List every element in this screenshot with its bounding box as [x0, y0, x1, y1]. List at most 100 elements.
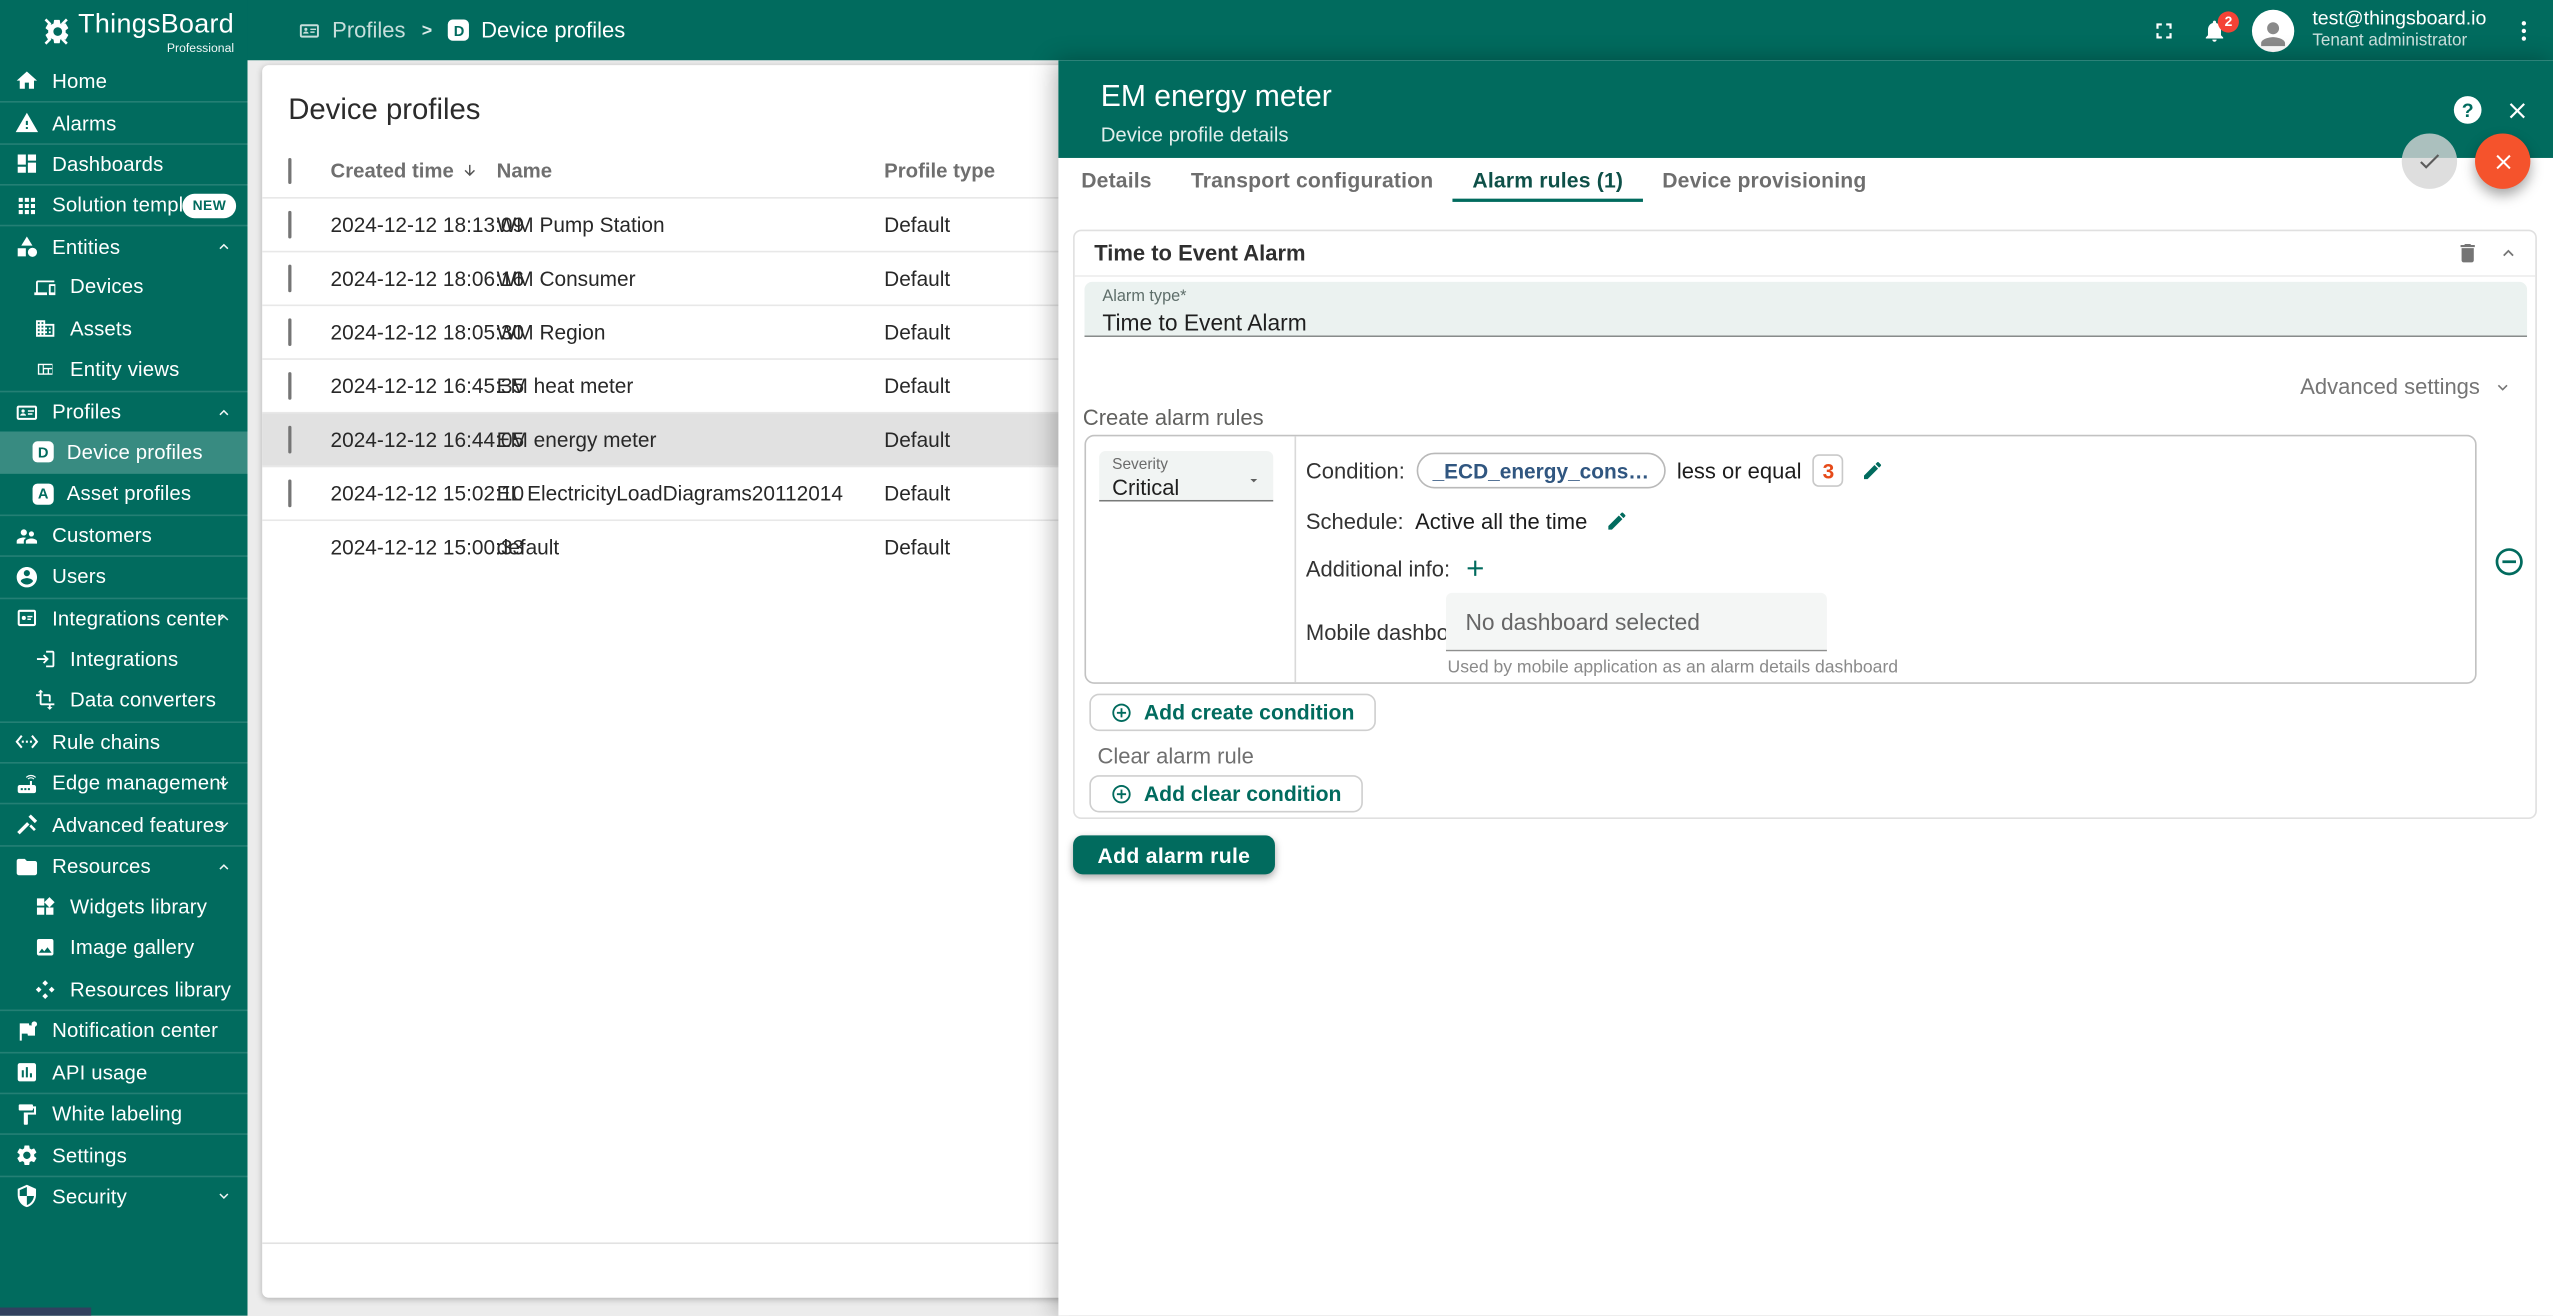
- row-checkbox[interactable]: [288, 318, 291, 346]
- thingsboard-app: ThingsBoard Professional Home Alarms Das…: [0, 0, 2553, 1316]
- notifications-button[interactable]: 2: [2202, 17, 2228, 43]
- user-info[interactable]: test@thingsboard.io Tenant administrator: [2312, 7, 2486, 53]
- edit-schedule-icon[interactable]: [1605, 510, 1628, 533]
- column-profile-type[interactable]: Profile type: [884, 159, 995, 182]
- chevron-up-icon: [215, 238, 233, 256]
- sidebar-item-assets[interactable]: Assets: [0, 308, 248, 349]
- schedule-value: Active all the time: [1415, 509, 1587, 533]
- sidebar-item-dashboards[interactable]: Dashboards: [0, 143, 248, 184]
- sidebar-item-users[interactable]: Users: [0, 556, 248, 597]
- column-name[interactable]: Name: [497, 159, 552, 182]
- users-icon: [15, 565, 39, 589]
- condition-key-chip[interactable]: _ECD_energy_cons…: [1416, 453, 1665, 489]
- sidebar-item-resources[interactable]: Resources: [0, 845, 248, 886]
- sidebar-item-data-converters[interactable]: Data converters: [0, 680, 248, 721]
- cell-profile-type: Default: [884, 212, 950, 236]
- rule-card-divider: [1294, 436, 1296, 682]
- sidebar-item-device-profiles[interactable]: D Device profiles: [0, 432, 248, 473]
- logo-title: ThingsBoard: [78, 10, 234, 39]
- dropdown-caret-icon: [1246, 472, 1262, 488]
- severity-select[interactable]: Severity Critical: [1099, 451, 1273, 501]
- sidebar-item-rule-chains[interactable]: Rule chains: [0, 721, 248, 762]
- sidebar-item-entity-views[interactable]: Entity views: [0, 349, 248, 390]
- cell-name: WM Consumer: [497, 266, 636, 290]
- sidebar-item-widgets-library[interactable]: Widgets library: [0, 886, 248, 927]
- mobile-dashboard-select[interactable]: No dashboard selected: [1446, 593, 1827, 652]
- sidebar-item-integrations-center[interactable]: Integrations center: [0, 597, 248, 638]
- sidebar-item-notification-center[interactable]: Notification center: [0, 1010, 248, 1051]
- resources-icon: [15, 854, 39, 878]
- edge-management-icon: [15, 771, 39, 795]
- check-icon: [2416, 148, 2442, 174]
- sidebar-item-image-gallery[interactable]: Image gallery: [0, 927, 248, 968]
- cell-name: EM energy meter: [497, 427, 657, 451]
- sidebar-item-solution-templates[interactable]: Solution templates NEW: [0, 184, 248, 225]
- chevron-down-icon: [215, 816, 233, 834]
- add-alarm-rule-button[interactable]: Add alarm rule: [1073, 835, 1275, 874]
- discard-changes-button[interactable]: [2475, 134, 2530, 189]
- row-checkbox[interactable]: [288, 426, 291, 454]
- sidebar-item-integrations[interactable]: Integrations: [0, 638, 248, 679]
- help-icon[interactable]: [2454, 96, 2482, 124]
- sidebar-item-advanced-features[interactable]: Advanced features: [0, 804, 248, 845]
- sidebar-item-white-labeling[interactable]: White labeling: [0, 1093, 248, 1134]
- tab-transport-configuration[interactable]: Transport configuration: [1171, 158, 1453, 202]
- sidebar-item-asset-profiles[interactable]: A Asset profiles: [0, 473, 248, 514]
- sidebar-item-home[interactable]: Home: [0, 60, 248, 101]
- severity-label: Severity: [1112, 456, 1273, 474]
- profiles-icon: [296, 18, 320, 42]
- sidebar-item-alarms[interactable]: Alarms: [0, 102, 248, 143]
- chevron-down-icon: [215, 775, 233, 793]
- row-checkbox[interactable]: [288, 265, 291, 293]
- entity-views-icon: [33, 358, 57, 382]
- sidebar-item-customers[interactable]: Customers: [0, 514, 248, 555]
- horizontal-scrollbar-thumb[interactable]: [0, 1308, 91, 1316]
- close-icon[interactable]: [2504, 98, 2530, 124]
- row-checkbox[interactable]: [288, 480, 291, 508]
- assets-icon: [33, 316, 57, 340]
- sidebar-item-resources-library[interactable]: Resources library: [0, 969, 248, 1010]
- alarm-type-field[interactable]: Alarm type* Time to Event Alarm: [1084, 282, 2527, 337]
- tab-alarm-rules-1[interactable]: Alarm rules (1): [1453, 158, 1643, 202]
- fullscreen-icon[interactable]: [2151, 17, 2177, 43]
- cell-profile-type: Default: [884, 535, 950, 559]
- row-checkbox[interactable]: [288, 211, 291, 239]
- avatar[interactable]: [2252, 9, 2294, 51]
- sidebar-item-edge-management[interactable]: Edge management: [0, 762, 248, 803]
- cell-profile-type: Default: [884, 266, 950, 290]
- drawer-title: EM energy meter: [1101, 78, 1332, 114]
- sidebar-item-entities[interactable]: Entities: [0, 225, 248, 266]
- edit-condition-icon[interactable]: [1862, 459, 1885, 482]
- sidebar-item-api-usage[interactable]: API usage: [0, 1051, 248, 1092]
- apply-changes-button[interactable]: [2402, 134, 2457, 189]
- thingsboard-logo[interactable]: ThingsBoard Professional: [0, 0, 248, 60]
- alarm-rule-title: Time to Event Alarm: [1094, 241, 1305, 265]
- select-all-checkbox[interactable]: [288, 157, 291, 183]
- cell-profile-type: Default: [884, 374, 950, 398]
- breadcrumb-item-profiles[interactable]: Profiles: [296, 18, 405, 42]
- close-icon: [2490, 149, 2514, 173]
- cell-created-time: 2024-12-12 18:13:09: [331, 212, 524, 236]
- add-create-condition-button[interactable]: Add create condition: [1089, 694, 1375, 731]
- breadcrumb-item-device-profiles[interactable]: D Device profiles: [449, 18, 626, 42]
- remove-alarm-rule-row-icon[interactable]: [2493, 545, 2526, 578]
- sidebar-item-devices[interactable]: Devices: [0, 267, 248, 308]
- tab-details[interactable]: Details: [1062, 158, 1172, 202]
- add-clear-condition-button[interactable]: Add clear condition: [1089, 775, 1362, 812]
- row-checkbox[interactable]: [288, 372, 291, 400]
- sidebar-item-profiles[interactable]: Profiles: [0, 391, 248, 432]
- add-additional-info-icon[interactable]: [1462, 555, 1488, 581]
- condition-value[interactable]: 3: [1813, 454, 1844, 487]
- column-created-time[interactable]: Created time: [331, 159, 479, 182]
- delete-alarm-rule-icon[interactable]: [2455, 241, 2479, 265]
- kebab-menu-icon[interactable]: [2511, 17, 2537, 43]
- chevron-up-icon[interactable]: [2498, 243, 2519, 264]
- advanced-settings-toggle[interactable]: Advanced settings: [2300, 375, 2512, 399]
- cell-profile-type: Default: [884, 481, 950, 505]
- alarm-rule-panel-header[interactable]: Time to Event Alarm: [1075, 231, 2536, 277]
- tab-device-provisioning[interactable]: Device provisioning: [1643, 158, 1886, 202]
- chevron-up-icon: [215, 403, 233, 421]
- cell-created-time: 2024-12-12 18:05:30: [331, 320, 524, 344]
- sidebar-item-settings[interactable]: Settings: [0, 1134, 248, 1175]
- sidebar-item-security[interactable]: Security: [0, 1175, 248, 1216]
